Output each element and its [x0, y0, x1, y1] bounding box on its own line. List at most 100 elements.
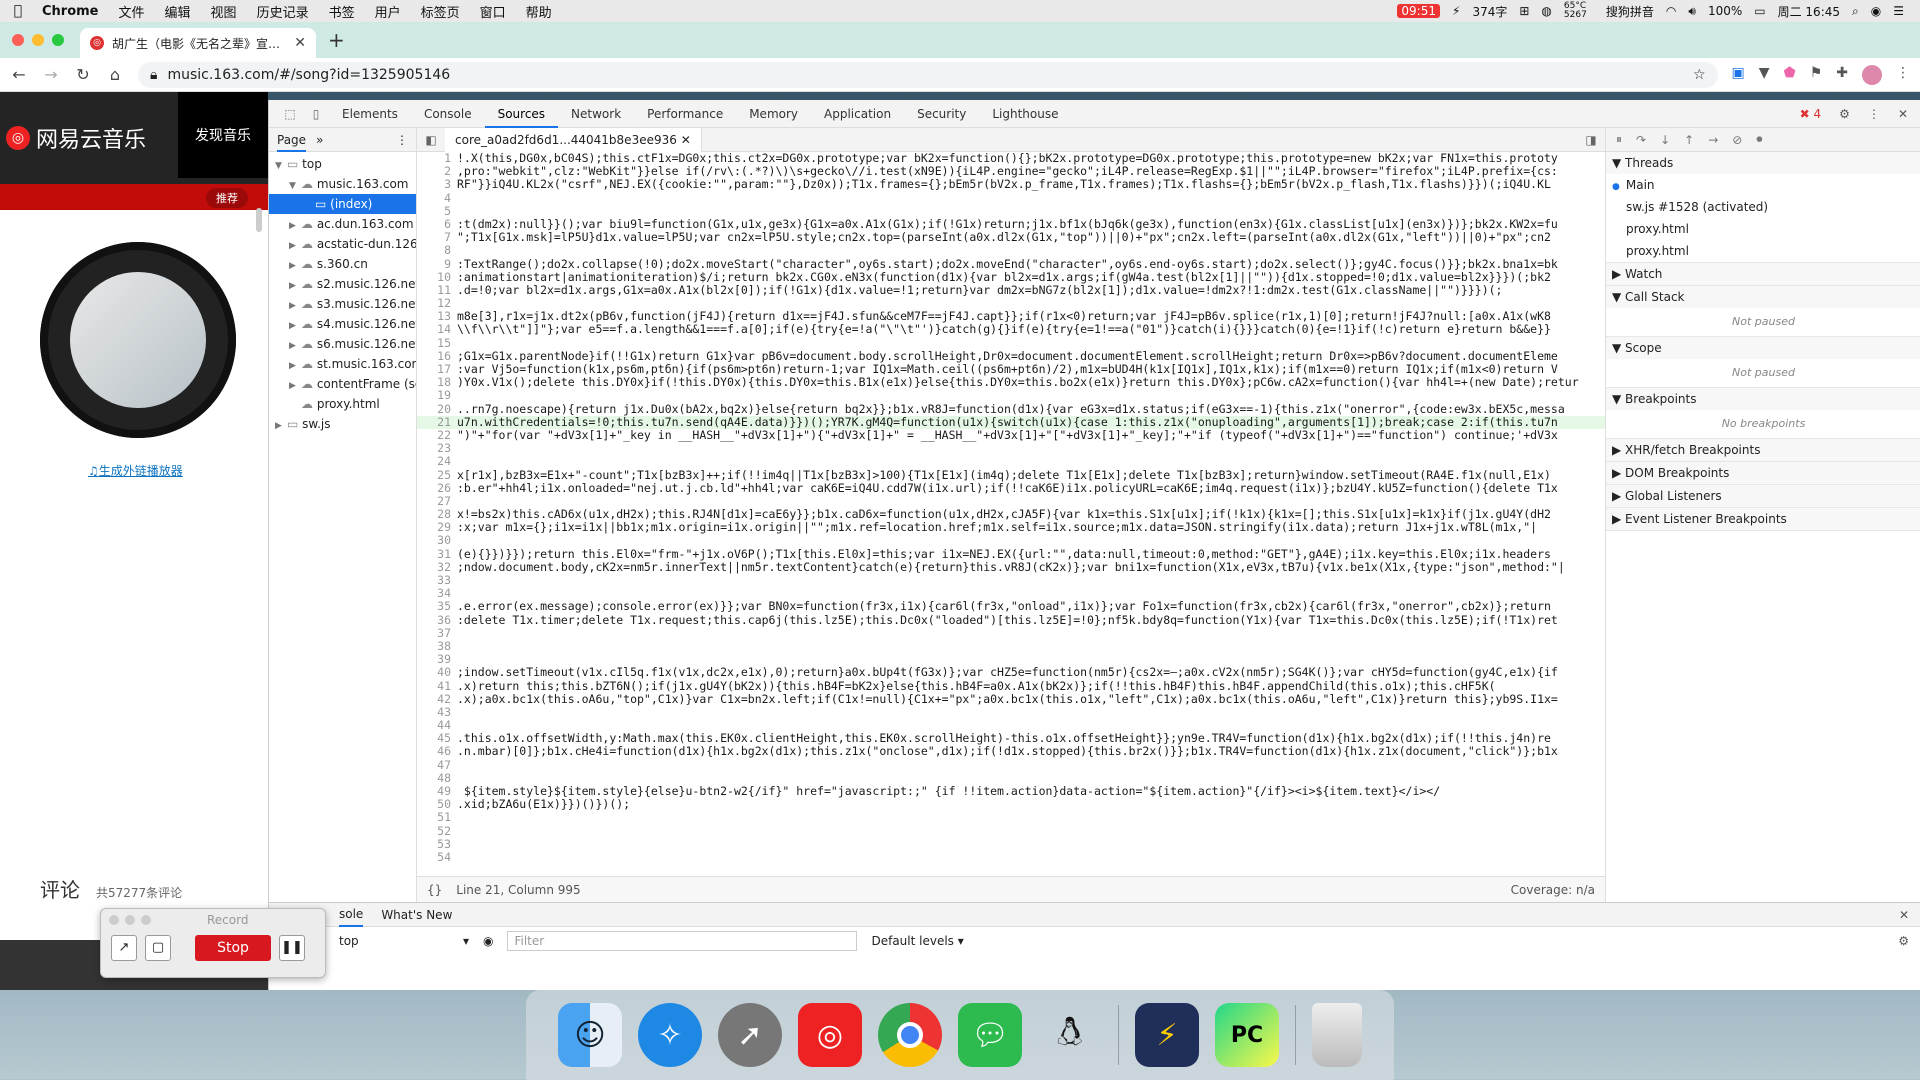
line-number[interactable]: 4	[417, 191, 457, 205]
stop-button[interactable]: Stop	[195, 935, 271, 961]
code-line[interactable]: 42 .x);a0x.bc1x(this.oA6u,"top",C1x)}var …	[417, 692, 1605, 706]
back-icon[interactable]: ←	[10, 65, 28, 84]
dom-breakpoints-header[interactable]: ▶ DOM Breakpoints	[1606, 462, 1920, 484]
tree-item[interactable]: ▶ ☁ st.music.163.com	[269, 354, 416, 374]
tab-application[interactable]: Application	[811, 100, 904, 128]
code-line[interactable]: 23	[417, 441, 1605, 455]
line-number[interactable]: 19	[417, 389, 457, 402]
step-over-icon[interactable]: ↷	[1636, 133, 1646, 147]
code-line[interactable]: 43	[417, 705, 1605, 719]
recorder-close-icon[interactable]	[109, 915, 119, 925]
pretty-print-icon[interactable]: {}	[427, 883, 442, 897]
code-line[interactable]: 25 x[r1x],bzB3x=E1x+"-count";T1x[bzB3x]++…	[417, 468, 1605, 482]
code-line[interactable]: 18)Y0x.V1x();delete this.DY0x}if(!this.D…	[417, 375, 1605, 389]
spotlight-icon[interactable]: ⌕	[1852, 4, 1859, 19]
close-drawer-icon[interactable]: ✕	[1899, 908, 1920, 922]
breakpoints-header[interactable]: ▼ Breakpoints	[1606, 388, 1920, 410]
tab-network[interactable]: Network	[558, 100, 634, 128]
rectangle-icon[interactable]: ▢	[145, 935, 171, 961]
line-number[interactable]: 24	[417, 455, 457, 468]
code-line[interactable]: 45 .this.o1x.offsetWidth,y:Math.max(this.…	[417, 732, 1605, 745]
code-line[interactable]: 10:animationstart|animationiteration)$/i…	[417, 270, 1605, 284]
cpu-temp[interactable]: 65°C 5267	[1564, 2, 1594, 20]
line-number[interactable]: 1	[417, 152, 457, 165]
extension-flag-icon[interactable]: ⚑	[1810, 65, 1823, 85]
code-line[interactable]: 22 ")"+"for(var "+dV3x[1]+"_key in __HASH…	[417, 428, 1605, 442]
chrome-icon[interactable]	[878, 1003, 942, 1067]
code-line[interactable]: 8	[417, 244, 1605, 257]
recording-time[interactable]: 09:51	[1397, 4, 1440, 18]
lock-icon[interactable]: 🔒︎	[150, 67, 157, 83]
line-number[interactable]: 30	[417, 534, 457, 547]
tree-item[interactable]: ☁ proxy.html	[269, 394, 416, 414]
line-number[interactable]: 10	[417, 270, 457, 284]
tree-arrow-icon[interactable]: ▶	[289, 376, 301, 394]
code-line[interactable]: 5	[417, 204, 1605, 218]
recorder-minimize-icon[interactable]	[125, 915, 135, 925]
code-line[interactable]: 39	[417, 652, 1605, 666]
tree-arrow-icon[interactable]: ▶	[289, 276, 301, 294]
code-line[interactable]: 24	[417, 455, 1605, 468]
bookmark-star-icon[interactable]: ☆	[1693, 67, 1706, 83]
grid-icon[interactable]: ⊞	[1519, 4, 1529, 18]
tree-item[interactable]: ▶ ▭ sw.js	[269, 414, 416, 434]
thread-item[interactable]: sw.js #1528 (activated)	[1606, 196, 1920, 218]
user-icon[interactable]: ◉	[1871, 4, 1881, 18]
generate-player-link[interactable]: ♫生成外链播放器	[88, 462, 183, 479]
code-line[interactable]: 40 ;indow.setTimeout(v1x.cIl5q.f1x(v1x,dc…	[417, 666, 1605, 679]
tab-console[interactable]: Console	[411, 100, 485, 128]
line-number[interactable]: 3	[417, 178, 457, 191]
log-levels-select[interactable]: Default levels ▾	[871, 934, 963, 948]
code-line[interactable]: 6:t(dm2x):null}}();var biu9l=function(G1…	[417, 217, 1605, 231]
code-line[interactable]: 11 .d=!0;var bl2x=d1x.args,G1x=a0x.A1x(bl…	[417, 283, 1605, 297]
code-line[interactable]: 49 ${item.style}${item.style}{else}u-btn…	[417, 784, 1605, 798]
code-line[interactable]: 33	[417, 573, 1605, 587]
context-select[interactable]: top ▾	[339, 934, 469, 948]
code-line[interactable]: 21 u7n.withCredentials=!0;this.tu7n.send(…	[417, 415, 1605, 429]
tab-security[interactable]: Security	[904, 100, 979, 128]
xhr-breakpoints-header[interactable]: ▶ XHR/fetch Breakpoints	[1606, 439, 1920, 461]
call-stack-header[interactable]: ▼ Call Stack	[1606, 286, 1920, 308]
tree-arrow-icon[interactable]: ▶	[289, 236, 301, 254]
code-line[interactable]: 52	[417, 824, 1605, 838]
drawer-tab-console[interactable]: sole	[339, 903, 364, 927]
tree-item[interactable]: ▼ ▭ top	[269, 154, 416, 174]
pycharm-icon[interactable]: PC	[1215, 1003, 1279, 1067]
more-tabs-icon[interactable]: »	[316, 133, 323, 147]
tree-item[interactable]: ▶☁ contentFrame (sor	[269, 374, 416, 394]
page-scrollbar[interactable]	[256, 208, 262, 232]
menu-help[interactable]: 帮助	[516, 2, 562, 21]
battery-icon[interactable]: ▭	[1754, 4, 1765, 18]
code-line[interactable]: 3 RF"}}iQ4U.KL2x("csrf",NEJ.EX({cookie:""…	[417, 178, 1605, 191]
code-line[interactable]: 12	[417, 296, 1605, 310]
nav-discover-music[interactable]: 发现音乐	[178, 92, 268, 178]
pause-icon[interactable]: ⏸	[1616, 132, 1622, 147]
inspect-icon[interactable]: ⬚	[277, 107, 303, 121]
network-speed[interactable]: 374字	[1472, 3, 1507, 20]
line-number[interactable]: 51	[417, 811, 457, 824]
code-line[interactable]: 1 !.X(this,DG0x,bC04S);this.ctF1x=DG0x;th…	[417, 152, 1605, 165]
close-file-icon[interactable]: ✕	[681, 133, 691, 147]
tree-item[interactable]: ▶ ☁ s2.music.126.net	[269, 274, 416, 294]
navigator-menu-icon[interactable]: ⋮	[396, 133, 408, 147]
line-number[interactable]: 15	[417, 336, 457, 350]
code-line[interactable]: 26:b.er"+hh4l;i1x.onloaded="nej.ut.j.cb.…	[417, 481, 1605, 495]
line-number[interactable]: 41	[417, 679, 457, 693]
tree-arrow-icon[interactable]: ▶	[289, 296, 301, 314]
netease-logo[interactable]: ◎ 网易云音乐	[6, 122, 146, 154]
tree-arrow-icon[interactable]: ▼	[275, 156, 287, 174]
code-line[interactable]: 31 (e){}})}});return this.El0x="frm-"+j1x…	[417, 547, 1605, 561]
extension-s-icon[interactable]: ▣	[1732, 65, 1745, 85]
tree-arrow-icon[interactable]: ▶	[289, 256, 301, 274]
control-center-icon[interactable]: ☰	[1893, 4, 1904, 18]
battery-level[interactable]: 100%	[1708, 4, 1742, 18]
home-icon[interactable]: ⌂	[106, 65, 124, 84]
code-line[interactable]: 37	[417, 626, 1605, 640]
more-menu-icon[interactable]: ⋮	[1896, 65, 1910, 85]
line-number[interactable]: 52	[417, 824, 457, 838]
wechat-icon[interactable]: ◍	[1541, 4, 1551, 18]
trash-icon[interactable]	[1312, 1003, 1362, 1067]
tree-arrow-icon[interactable]: ▶	[289, 216, 301, 234]
event-listener-breakpoints-header[interactable]: ▶ Event Listener Breakpoints	[1606, 508, 1920, 530]
code-line[interactable]: 51	[417, 811, 1605, 824]
